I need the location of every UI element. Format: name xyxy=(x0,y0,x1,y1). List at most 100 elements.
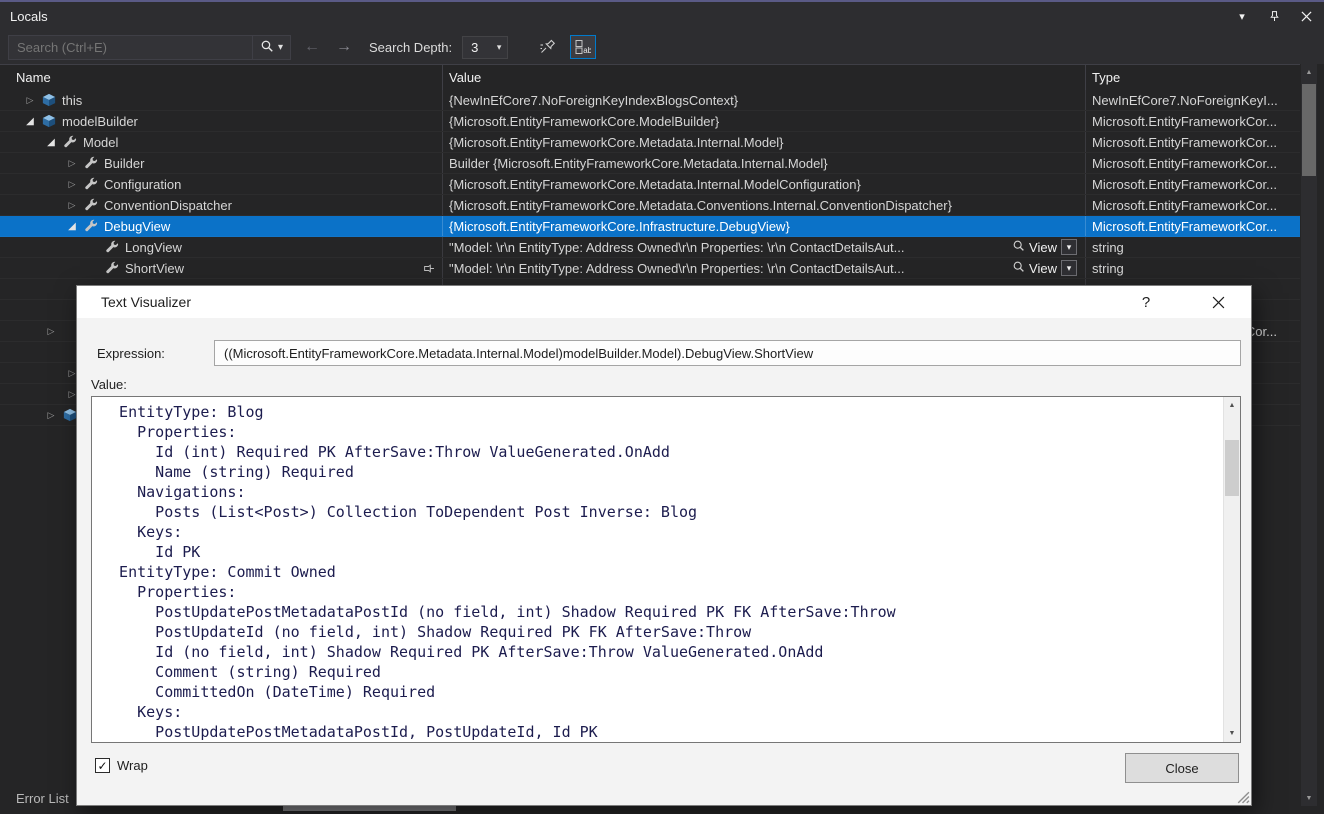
row-name-cell[interactable]: ◢modelBuilder xyxy=(0,111,443,131)
expression-row: Expression: xyxy=(97,340,1241,366)
row-value-cell[interactable]: {NewInEfCore7.NoForeignKeyIndexBlogsCont… xyxy=(443,90,1086,110)
pin-to-source-button[interactable] xyxy=(534,35,560,59)
expander-collapsed-icon[interactable]: ▷ xyxy=(64,179,80,190)
no-icon xyxy=(41,281,57,297)
window-position-icon[interactable]: ▾ xyxy=(1234,8,1250,24)
search-options-dropdown-icon[interactable]: ▾ xyxy=(278,42,283,53)
table-row[interactable]: ▷ Configuration {Microsoft.EntityFramework… xyxy=(0,174,1300,195)
table-row[interactable]: ◢ Model {Microsoft.EntityFrameworkCore.Met… xyxy=(0,132,1300,153)
close-button[interactable]: Close xyxy=(1125,753,1239,783)
view-button[interactable]: View▾ xyxy=(1012,260,1079,276)
vertical-scrollbar-thumb[interactable] xyxy=(1302,84,1316,176)
text-visualizer-toggle-button[interactable]: ab xyxy=(570,35,596,59)
table-row[interactable]: ShortView"Model: \r\n EntityType: Addres… xyxy=(0,258,1300,279)
close-window-icon[interactable] xyxy=(1298,8,1314,24)
row-value-cell[interactable]: Builder {Microsoft.EntityFrameworkCore.M… xyxy=(443,153,1086,173)
expander-expanded-icon[interactable]: ◢ xyxy=(43,137,59,148)
row-name-cell[interactable]: ◢ Model xyxy=(0,132,443,152)
column-header-name[interactable]: Name xyxy=(0,65,443,90)
variable-name: LongView xyxy=(125,240,182,255)
wrap-checkbox[interactable]: ✓ xyxy=(95,758,110,773)
table-row[interactable]: ◢ DebugView {Microsoft.EntityFrameworkCore… xyxy=(0,216,1300,237)
column-header-type[interactable]: Type xyxy=(1086,65,1300,90)
error-list-tab[interactable]: Error List xyxy=(16,791,69,806)
row-name-cell[interactable]: ShortView xyxy=(0,258,443,278)
table-row[interactable]: ▷ Builder Builder {Microsoft.EntityFramewo… xyxy=(0,153,1300,174)
svg-text:ab: ab xyxy=(583,46,591,55)
wrap-option: ✓ Wrap xyxy=(95,758,148,773)
variable-type: Microsoft.EntityFrameworkCor... xyxy=(1092,114,1277,129)
table-row[interactable]: ▷this{NewInEfCore7.NoForeignKeyIndexBlog… xyxy=(0,90,1300,111)
object-icon xyxy=(41,92,57,108)
variable-type: Microsoft.EntityFrameworkCor... xyxy=(1092,156,1277,171)
row-value-cell[interactable]: {Microsoft.EntityFrameworkCore.Infrastru… xyxy=(443,216,1086,236)
search-depth-select[interactable]: 3 ▾ xyxy=(462,36,508,59)
pin-window-icon[interactable] xyxy=(1266,8,1282,24)
pin-value-icon[interactable] xyxy=(423,262,436,275)
table-row[interactable]: ▷ConventionDispatcher{Microsoft.EntityFr… xyxy=(0,195,1300,216)
column-header-value[interactable]: Value xyxy=(443,65,1086,90)
expander-expanded-icon[interactable]: ◢ xyxy=(22,116,38,127)
row-type-cell: Microsoft.EntityFrameworkCor... xyxy=(1086,216,1300,236)
search-depth-label: Search Depth: xyxy=(369,40,452,55)
row-name-cell[interactable]: LongView xyxy=(0,237,443,257)
row-type-cell: Microsoft.EntityFrameworkCor... xyxy=(1086,174,1300,194)
row-name-cell[interactable]: ◢ DebugView xyxy=(0,216,443,236)
scroll-down-icon[interactable]: ▼ xyxy=(1301,790,1317,806)
row-value-cell[interactable]: {Microsoft.EntityFrameworkCore.Metadata.… xyxy=(443,195,1086,215)
expander-collapsed-icon[interactable]: ▷ xyxy=(43,410,59,421)
expander-collapsed-icon[interactable]: ▷ xyxy=(22,95,38,106)
value-scrollbar[interactable]: ▲ ▼ xyxy=(1223,397,1240,742)
resize-grip[interactable] xyxy=(1235,789,1250,804)
search-button[interactable]: ▾ xyxy=(252,36,290,59)
vertical-scrollbar[interactable]: ▲ ▼ xyxy=(1301,64,1317,806)
view-dropdown-icon[interactable]: ▾ xyxy=(1061,239,1077,255)
dialog-close-icon[interactable] xyxy=(1203,289,1233,315)
variable-name: Builder xyxy=(104,156,144,171)
expression-field[interactable] xyxy=(214,340,1241,366)
scroll-up-icon[interactable]: ▲ xyxy=(1301,64,1317,80)
value-scroll-down-icon[interactable]: ▼ xyxy=(1224,725,1240,742)
row-value-cell[interactable]: "Model: \r\n EntityType: Address Owned\r… xyxy=(443,258,1086,278)
search-back-icon[interactable]: ← xyxy=(301,39,323,55)
value-textbox[interactable]: EntityType: Blog Properties: Id (int) Re… xyxy=(91,396,1241,743)
variable-name: Configuration xyxy=(104,177,181,192)
search-box[interactable]: ▾ xyxy=(8,35,291,60)
value-scrollbar-thumb[interactable] xyxy=(1225,440,1239,496)
dialog-titlebar[interactable]: Text Visualizer ? xyxy=(77,286,1251,318)
row-value-cell[interactable]: {Microsoft.EntityFrameworkCore.ModelBuil… xyxy=(443,111,1086,131)
row-name-cell[interactable]: ▷ Configuration xyxy=(0,174,443,194)
search-forward-icon[interactable]: → xyxy=(333,39,355,55)
variable-name: Model xyxy=(83,135,118,150)
value-scroll-up-icon[interactable]: ▲ xyxy=(1224,397,1240,414)
variable-value: {Microsoft.EntityFrameworkCore.Infrastru… xyxy=(449,219,790,234)
row-value-cell[interactable]: {Microsoft.EntityFrameworkCore.Metadata.… xyxy=(443,174,1086,194)
variable-type: Microsoft.EntityFrameworkCor... xyxy=(1092,198,1277,213)
row-value-cell[interactable]: {Microsoft.EntityFrameworkCore.Metadata.… xyxy=(443,132,1086,152)
search-depth-dropdown-icon[interactable]: ▾ xyxy=(491,37,507,58)
table-row[interactable]: LongView "Model: \r\n EntityType: Address… xyxy=(0,237,1300,258)
row-name-cell[interactable]: ▷this xyxy=(0,90,443,110)
help-button[interactable]: ? xyxy=(1133,289,1159,315)
locals-titlebar[interactable]: Locals ▾ xyxy=(0,2,1324,30)
expander-collapsed-icon[interactable]: ▷ xyxy=(64,200,80,211)
variable-type: string xyxy=(1092,261,1124,276)
row-type-cell: Microsoft.EntityFrameworkCor... xyxy=(1086,195,1300,215)
view-dropdown-icon[interactable]: ▾ xyxy=(1061,260,1077,276)
view-button[interactable]: View▾ xyxy=(1012,239,1079,255)
variable-value: {Microsoft.EntityFrameworkCore.Metadata.… xyxy=(449,177,861,192)
row-value-cell[interactable]: "Model: \r\n EntityType: Address Owned\r… xyxy=(443,237,1086,257)
wrench-icon xyxy=(104,260,120,276)
search-input[interactable] xyxy=(9,40,252,55)
wrench-icon xyxy=(83,197,99,213)
dialog-title: Text Visualizer xyxy=(101,294,1133,310)
locals-toolbar: ▾ ← → Search Depth: 3 ▾ ab xyxy=(0,30,1324,64)
expander-collapsed-icon[interactable]: ▷ xyxy=(64,158,80,169)
row-name-cell[interactable]: ▷ Builder xyxy=(0,153,443,173)
table-row[interactable]: ◢modelBuilder{Microsoft.EntityFrameworkC… xyxy=(0,111,1300,132)
expander-expanded-icon[interactable]: ◢ xyxy=(64,221,80,232)
value-text: EntityType: Blog Properties: Id (int) Re… xyxy=(92,397,1222,742)
row-name-cell[interactable]: ▷ConventionDispatcher xyxy=(0,195,443,215)
expander-collapsed-icon[interactable]: ▷ xyxy=(43,326,59,337)
variable-name: DebugView xyxy=(104,219,170,234)
